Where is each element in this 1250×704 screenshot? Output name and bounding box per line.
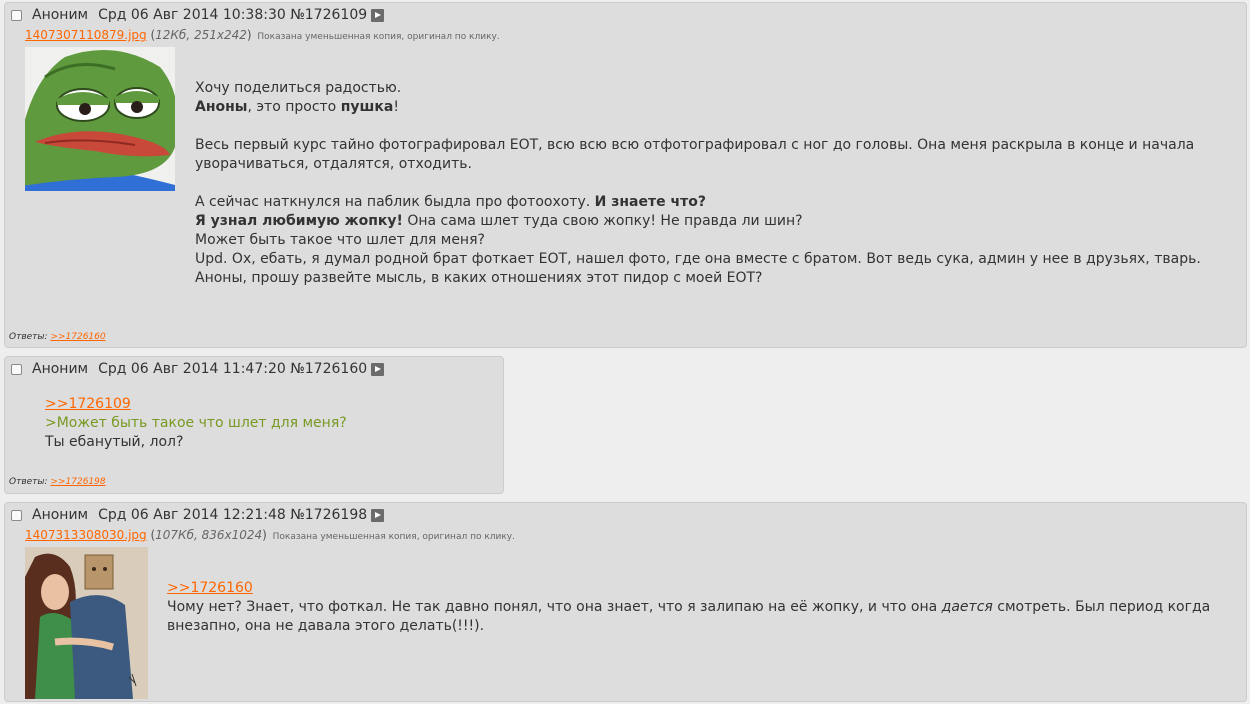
reply-link[interactable]: >>1726198 (50, 477, 105, 487)
quote-line: >Может быть такое что шлет для меня? (45, 415, 347, 431)
reply-link[interactable]: >>1726160 (50, 332, 105, 342)
post-line: Ты ебанутый, лол? (45, 434, 184, 450)
pepe-frog-icon (25, 47, 175, 191)
post-checkbox[interactable] (11, 9, 22, 21)
text-span: ! (393, 99, 399, 115)
file-info: 1407307110879.jpg (12Кб, 251x242) Показа… (25, 28, 500, 42)
post-1726198: Аноним Срд 06 Авг 2014 12:21:48 №1726198… (4, 502, 1247, 702)
post-line: Я узнал любимую жопку! Она сама шлет туд… (195, 212, 1225, 231)
file-meta: 107Кб, 836x1024 (155, 528, 263, 542)
poster-name: Аноним (32, 7, 89, 23)
file-meta: 12Кб, 251x242 (155, 28, 247, 42)
file-info: 1407313308030.jpg (107Кб, 836x1024) Пока… (25, 528, 515, 542)
post-number[interactable]: №1726109 (290, 7, 367, 23)
post-line: Аноны, прошу развейте мысль, в каких отн… (195, 270, 763, 286)
post-line: Чому нет? Знает, что фоткал. Не так давн… (167, 598, 1227, 636)
bold-text: И знаете что? (594, 194, 706, 210)
post-date: Срд 06 Авг 2014 10:38:30 (98, 7, 286, 23)
file-link[interactable]: 1407313308030.jpg (25, 528, 147, 542)
post-header: Аноним Срд 06 Авг 2014 10:38:30 №1726109 (11, 7, 385, 23)
reply-ref-link[interactable]: >>1726109 (45, 396, 131, 412)
post-line: Upd. Ох, ебать, я думал родной брат фотк… (195, 251, 1201, 267)
post-checkbox[interactable] (11, 363, 22, 375)
text-span: , это просто (247, 99, 341, 115)
text-span: Она сама шлет туда свою жопку! Не правда… (402, 213, 803, 229)
bold-text: Аноны (195, 99, 248, 115)
post-thumbnail-couple[interactable] (25, 547, 148, 699)
post-body: Хочу поделиться радостью. Аноны, это про… (195, 79, 1225, 288)
replies: Ответы: >>1726160 (9, 332, 106, 342)
text-span: Чому нет? Знает, что фоткал. Не так давн… (167, 599, 942, 615)
replies-label: Ответы: (9, 477, 48, 487)
post-checkbox[interactable] (11, 509, 22, 521)
post-date: Срд 06 Авг 2014 12:21:48 (98, 507, 286, 523)
file-hint: Показана уменьшенная копия, оригинал по … (257, 32, 500, 42)
couple-drawing-icon (25, 547, 148, 699)
post-1726109: Аноним Срд 06 Авг 2014 10:38:30 №1726109… (4, 2, 1247, 348)
post-header: Аноним Срд 06 Авг 2014 12:21:48 №1726198 (11, 507, 385, 523)
reply-ref-link[interactable]: >>1726160 (167, 580, 253, 596)
italic-text: дается (941, 599, 993, 615)
replies-label: Ответы: (9, 332, 48, 342)
post-line: А сейчас наткнулся на паблик быдла про ф… (195, 193, 1225, 212)
text-span: А сейчас наткнулся на паблик быдла про ф… (195, 194, 595, 210)
post-number[interactable]: №1726160 (290, 361, 367, 377)
post-date: Срд 06 Авг 2014 11:47:20 (98, 361, 286, 377)
post-number[interactable]: №1726198 (290, 507, 367, 523)
post-thumbnail-pepe[interactable] (25, 47, 175, 191)
file-link[interactable]: 1407307110879.jpg (25, 28, 147, 42)
post-line: Весь первый курс тайно фотографировал ЕО… (195, 137, 1195, 172)
post-line: Хочу поделиться радостью. (195, 80, 402, 96)
post-line: Аноны, это просто пушка! (195, 98, 1225, 117)
post-body: >>1726160 Чому нет? Знает, что фоткал. Н… (167, 579, 1227, 636)
bold-text: пушка (340, 99, 394, 115)
post-1726160: Аноним Срд 06 Авг 2014 11:47:20 №1726160… (4, 356, 504, 494)
bold-text: Я узнал любимую жопку! (195, 213, 403, 229)
post-header: Аноним Срд 06 Авг 2014 11:47:20 №1726160 (11, 361, 385, 377)
post-body: >>1726109 >Может быть такое что шлет для… (45, 395, 485, 452)
expand-arrow-icon[interactable] (371, 8, 385, 22)
poster-name: Аноним (32, 361, 89, 377)
replies: Ответы: >>1726198 (9, 477, 106, 487)
poster-name: Аноним (32, 507, 89, 523)
post-line: Может быть такое что шлет для меня? (195, 232, 485, 248)
file-hint: Показана уменьшенная копия, оригинал по … (272, 532, 515, 542)
expand-arrow-icon[interactable] (371, 508, 385, 522)
expand-arrow-icon[interactable] (371, 362, 385, 376)
